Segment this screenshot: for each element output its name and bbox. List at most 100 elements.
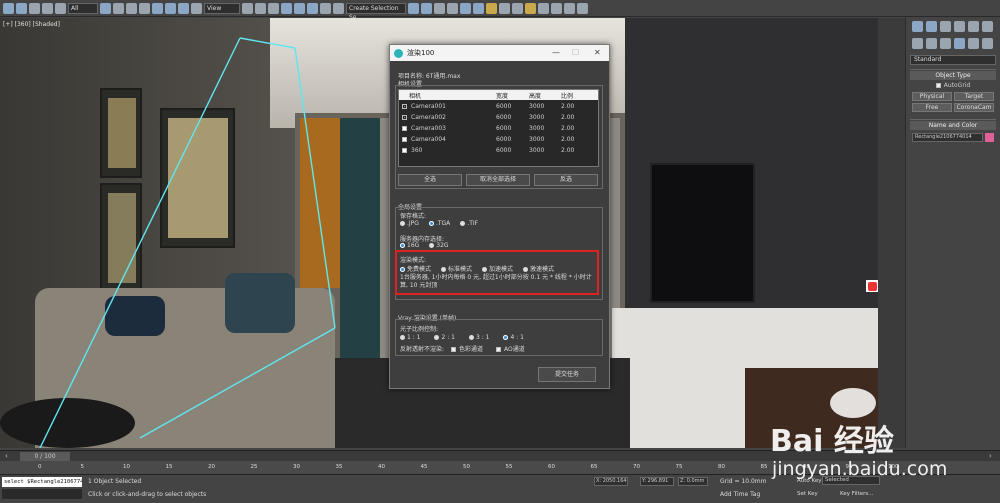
shapes-icon[interactable] xyxy=(926,38,937,49)
move-icon[interactable] xyxy=(152,2,163,14)
memory-radio[interactable]: 32G xyxy=(429,242,449,249)
col-width[interactable]: 宽度 xyxy=(496,91,508,100)
link-icon[interactable] xyxy=(29,2,40,14)
window-crossing-icon[interactable] xyxy=(139,2,150,14)
render-activeshade-icon[interactable] xyxy=(551,2,562,14)
material-editor-icon[interactable] xyxy=(486,2,497,14)
add-time-tag[interactable]: Add Time Tag xyxy=(720,491,760,498)
photon-radio[interactable]: 2 : 1 xyxy=(434,334,455,341)
frame-counter[interactable]: 0 / 100 xyxy=(20,452,70,461)
render-mode-radio[interactable]: 激速模式 xyxy=(523,264,554,273)
z-coordinate-field[interactable]: Z: 0.0mm xyxy=(678,477,708,486)
maximize-icon[interactable]: ☐ xyxy=(572,48,579,57)
format-radio[interactable]: .TGA xyxy=(428,220,450,227)
undo-icon[interactable] xyxy=(3,2,14,14)
camera-checkbox[interactable]: ✓ xyxy=(402,114,410,121)
rotate-icon[interactable] xyxy=(165,2,176,14)
photon-radio[interactable]: 1 : 1 xyxy=(400,334,420,341)
spinner-snap-icon[interactable] xyxy=(320,2,331,14)
prev-frame-icon[interactable]: ‹ xyxy=(5,452,13,460)
free-camera-button[interactable]: Free xyxy=(912,103,952,112)
col-camera[interactable]: 相机 xyxy=(409,91,421,100)
space-warps-icon[interactable] xyxy=(982,38,993,49)
sogou-icon[interactable] xyxy=(868,281,877,291)
mirror-icon[interactable] xyxy=(408,2,419,14)
layer-explorer-icon[interactable] xyxy=(434,2,445,14)
render-mode-radio[interactable]: 免费模式 xyxy=(400,264,431,273)
display-tab-icon[interactable] xyxy=(968,21,979,32)
select-by-name-icon[interactable] xyxy=(113,2,124,14)
curve-editor-icon[interactable] xyxy=(460,2,471,14)
physical-camera-button[interactable]: Physical xyxy=(912,92,952,101)
submit-task-button[interactable]: 提交任务 xyxy=(538,367,596,382)
render-setup-icon[interactable] xyxy=(499,2,510,14)
maxscript-output[interactable] xyxy=(2,489,82,499)
render-mode-radio[interactable]: 标准模式 xyxy=(441,264,472,273)
motion-tab-icon[interactable] xyxy=(954,21,965,32)
edit-named-selection-icon[interactable] xyxy=(333,2,344,14)
render-production-icon[interactable] xyxy=(525,2,536,14)
invert-selection-button[interactable]: 反选 xyxy=(534,174,598,186)
keyboard-shortcut-icon[interactable] xyxy=(268,2,279,14)
align-icon[interactable] xyxy=(421,2,432,14)
camera-checkbox[interactable] xyxy=(402,125,410,132)
camera-checkbox[interactable]: ✓ xyxy=(402,103,410,110)
vray-icon[interactable] xyxy=(577,2,588,14)
autogrid-checkbox[interactable]: AutoGrid xyxy=(910,80,996,89)
rendered-frame-window-icon[interactable] xyxy=(512,2,523,14)
camera-checkbox[interactable] xyxy=(402,136,410,143)
select-manipulate-icon[interactable] xyxy=(255,2,266,14)
lights-icon[interactable] xyxy=(940,38,951,49)
photon-radio[interactable]: 4 : 1 xyxy=(503,334,524,341)
bind-space-warp-icon[interactable] xyxy=(55,2,66,14)
name-color-header[interactable]: Name and Color xyxy=(910,121,996,130)
modify-tab-icon[interactable] xyxy=(926,21,937,32)
scale-icon[interactable] xyxy=(178,2,189,14)
pivot-icon[interactable] xyxy=(242,2,253,14)
snaps-toggle-icon[interactable] xyxy=(281,2,292,14)
object-type-header[interactable]: Object Type xyxy=(910,71,996,80)
angle-snap-icon[interactable] xyxy=(294,2,305,14)
select-object-icon[interactable] xyxy=(100,2,111,14)
memory-radio[interactable]: 16G xyxy=(400,242,419,249)
deselect-all-button[interactable]: 取消全部选择 xyxy=(466,174,530,186)
object-type-dropdown[interactable]: Standard xyxy=(910,55,996,65)
reference-coordinate-dropdown[interactable]: View xyxy=(204,2,240,14)
unlink-icon[interactable] xyxy=(42,2,53,14)
schematic-view-icon[interactable] xyxy=(473,2,484,14)
ao-channel-checkbox[interactable]: AO通道 xyxy=(496,344,525,353)
color-channel-checkbox[interactable]: 色彩通道 xyxy=(451,344,483,353)
col-ratio[interactable]: 比例 xyxy=(561,91,573,100)
viewport-label[interactable]: [+] [360] [Shaded] xyxy=(3,21,60,28)
format-radio[interactable]: .TIF xyxy=(460,220,478,227)
utilities-tab-icon[interactable] xyxy=(982,21,993,32)
rect-selection-icon[interactable] xyxy=(126,2,137,14)
redo-icon[interactable] xyxy=(16,2,27,14)
minimize-icon[interactable]: — xyxy=(552,48,560,57)
maxscript-listener[interactable]: select $Rectangle2106774 xyxy=(2,477,82,487)
target-camera-button[interactable]: Target xyxy=(954,92,994,101)
table-row[interactable]: ✓ Camera001 6000 3000 2.00 xyxy=(399,103,598,113)
table-row[interactable]: Camera004 6000 3000 2.00 xyxy=(399,136,598,146)
camera-checkbox[interactable] xyxy=(402,147,410,154)
placement-icon[interactable] xyxy=(191,2,202,14)
toggle-ribbon-icon[interactable] xyxy=(447,2,458,14)
photon-radio[interactable]: 3 : 1 xyxy=(468,334,489,341)
select-all-button[interactable]: 全选 xyxy=(398,174,462,186)
selection-filter-dropdown[interactable]: All xyxy=(68,2,98,14)
dialog-titlebar[interactable]: 渲染100 — ☐ ✕ xyxy=(390,45,609,61)
object-color-swatch[interactable] xyxy=(985,133,994,142)
hierarchy-tab-icon[interactable] xyxy=(940,21,951,32)
named-selection-dropdown[interactable]: Create Selection Se xyxy=(346,2,406,21)
y-coordinate-field[interactable]: Y: 296.891 xyxy=(640,477,674,486)
corona-camera-button[interactable]: CoronaCam xyxy=(954,103,994,112)
col-height[interactable]: 高度 xyxy=(529,91,541,100)
close-icon[interactable]: ✕ xyxy=(594,48,601,57)
helpers-icon[interactable] xyxy=(968,38,979,49)
render-mode-radio[interactable]: 加速模式 xyxy=(482,264,513,273)
object-name-field[interactable]: Rectangle2106774014 xyxy=(912,133,983,142)
geometry-icon[interactable] xyxy=(912,38,923,49)
create-tab-icon[interactable] xyxy=(912,21,923,32)
corona-icon[interactable] xyxy=(564,2,575,14)
format-radio[interactable]: .JPG xyxy=(400,220,419,227)
